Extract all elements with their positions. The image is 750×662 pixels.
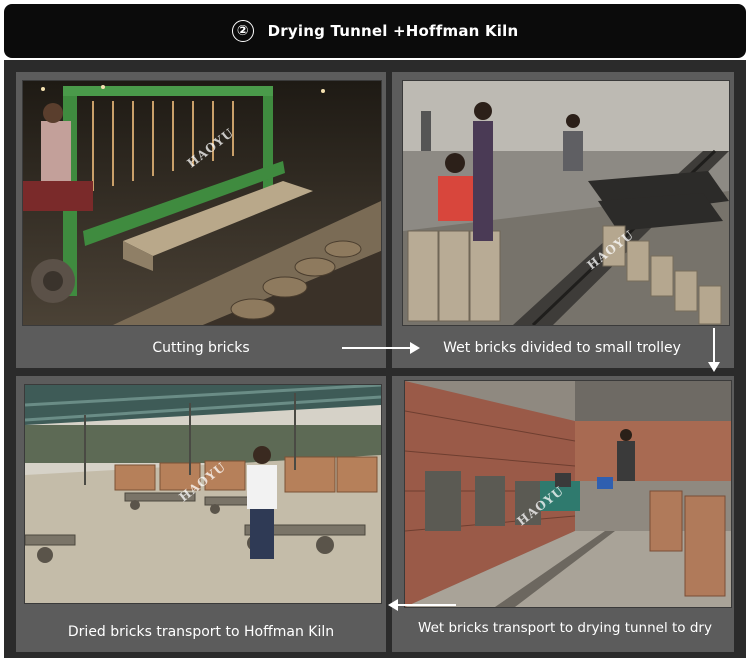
arrow-right-icon (342, 342, 420, 354)
panel-cutting-bricks: HAOYU Cutting bricks (16, 72, 386, 368)
drying-tunnel-illustration (405, 381, 731, 607)
arrow-left-icon (388, 599, 456, 611)
process-stage: HAOYU Cutting bricks HAOYU Wet bricks di… (4, 60, 746, 658)
arrow-down-icon (708, 328, 720, 372)
caption-wet-bricks-trolley: Wet bricks divided to small trolley (443, 340, 681, 356)
cutting-machine-illustration (23, 81, 381, 325)
wet-bricks-tunnel-photo: HAOYU (404, 380, 732, 608)
cutting-bricks-photo: HAOYU (22, 80, 382, 326)
header-content: ② Drying Tunnel +Hoffman Kiln (231, 20, 519, 42)
trolley-workers-illustration (403, 81, 729, 325)
caption-cutting-bricks: Cutting bricks (152, 340, 250, 356)
caption-wet-bricks-tunnel: Wet bricks transport to drying tunnel to… (418, 620, 712, 636)
dried-bricks-kiln-photo: HAOYU (24, 384, 382, 604)
panel-wet-bricks-trolley: HAOYU Wet bricks divided to small trolle… (392, 72, 734, 368)
drying-yard-illustration (25, 385, 381, 603)
caption-dried-bricks-kiln: Dried bricks transport to Hoffman Kiln (67, 624, 335, 640)
wet-bricks-trolley-photo: HAOYU (402, 80, 730, 326)
panel-dried-bricks-kiln: HAOYU Dried bricks transport to Hoffman … (16, 376, 386, 652)
header-bar: ② Drying Tunnel +Hoffman Kiln (4, 4, 746, 58)
step-number-badge: ② (231, 20, 254, 42)
page-title: Drying Tunnel +Hoffman Kiln (267, 22, 519, 40)
